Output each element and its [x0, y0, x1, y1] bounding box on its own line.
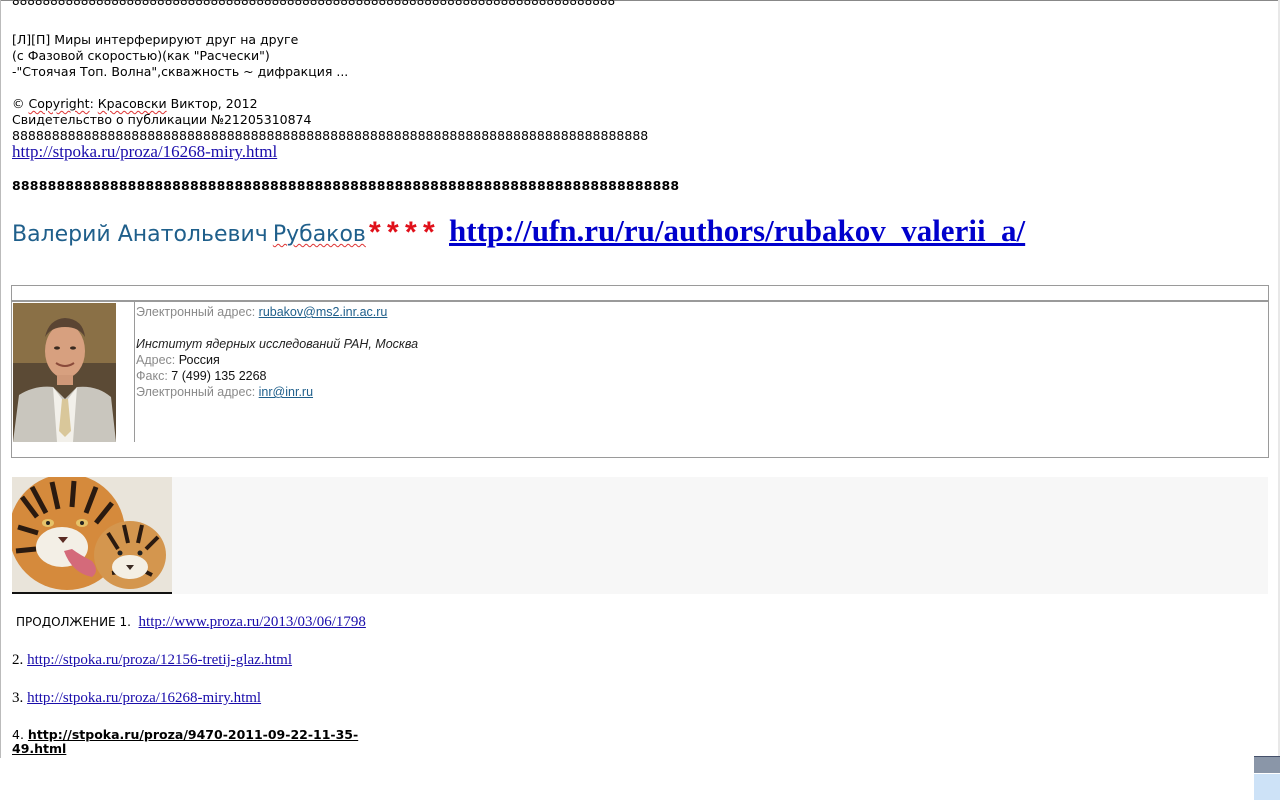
poem-line-3: -"Стоячая Топ. Волна",скважность ~ дифра… [12, 64, 349, 79]
certificate-line: Свидетельство о публикации №21205310874 [12, 112, 312, 127]
bold-eights-line: 8888888888888888888888888888888888888888… [12, 178, 680, 193]
author-headline: Валерий Анатольевич Рубаков**** http://u… [12, 213, 1025, 253]
red-stars: **** [365, 219, 438, 253]
scrollbar-highlight [1254, 773, 1280, 774]
copyright-rest: Виктор, 2012 [170, 96, 258, 111]
fax-value: 7 (499) 135 2268 [171, 369, 267, 383]
email-link-1[interactable]: rubakov@ms2.inr.ac.ru [259, 305, 388, 319]
continuation-prefix-2: 2. [12, 652, 24, 668]
email-row-2: Электронный адрес: inr@inr.ru [136, 384, 418, 400]
continuation-item-3: 3. http://stpoka.ru/proza/16268-miry.htm… [12, 690, 261, 707]
address-row: Адрес: Россия [136, 352, 418, 368]
author-name-surname: Рубаков [272, 222, 366, 247]
fax-label: Факс: [136, 369, 168, 383]
poem-line-1: [Л][П] Миры интерферируют друг на друге [12, 32, 299, 47]
continuation-item-2: 2. http://stpoka.ru/proza/12156-tretij-g… [12, 652, 292, 669]
tiger-image [12, 477, 172, 594]
continuation-prefix-3: 3. [12, 690, 24, 706]
continuation-prefix-4: 4. [12, 727, 24, 742]
author-name-first: Валерий Анатольевич [12, 222, 268, 247]
copyright-colon: : [89, 96, 94, 111]
email-label-1: Электронный адрес: [136, 305, 256, 319]
email-link-2[interactable]: inr@inr.ru [259, 385, 313, 399]
copyright-word: Copyright [28, 96, 90, 111]
card-divider [134, 302, 135, 442]
link-miry[interactable]: http://stpoka.ru/proza/16268-miry.html [12, 142, 277, 162]
continuation-prefix-1: ПРОДОЛЖЕНИЕ 1. [16, 615, 131, 629]
copyright-surname: Красовски [97, 96, 167, 111]
continuation-item-4: 4. http://stpoka.ru/proza/9470-2011-09-2… [12, 728, 382, 756]
email-label-2: Электронный адрес: [136, 385, 256, 399]
continuation-link-4[interactable]: http://stpoka.ru/proza/9470-2011-09-22-1… [12, 727, 358, 756]
scrollbar-thumb[interactable] [1254, 756, 1280, 773]
fax-row: Факс: 7 (499) 135 2268 [136, 368, 418, 384]
continuation-item-1: ПРОДОЛЖЕНИЕ 1. http://www.proza.ru/2013/… [12, 614, 366, 631]
copyright-symbol: © [12, 96, 25, 111]
continuation-link-3[interactable]: http://stpoka.ru/proza/16268-miry.html [27, 690, 261, 706]
address-value: Россия [178, 353, 220, 367]
email-row-1: Электронный адрес: rubakov@ms2.inr.ac.ru [136, 304, 418, 320]
institute-name: Институт ядерных исследований РАН, Москв… [136, 337, 419, 351]
author-profile-link[interactable]: http://ufn.ru/ru/authors/rubakov_valerii… [449, 213, 1025, 248]
contact-card: Электронный адрес: rubakov@ms2.inr.ac.ru… [11, 301, 1269, 458]
continuation-link-1[interactable]: http://www.proza.ru/2013/03/06/1798 [139, 614, 366, 630]
author-photo [13, 303, 116, 442]
continuation-link-2[interactable]: http://stpoka.ru/proza/12156-tretij-glaz… [27, 652, 292, 668]
copyright-line: © Copyright: Красовски Виктор, 2012 [12, 96, 258, 112]
scrollbar-corner[interactable] [1254, 756, 1280, 800]
poem-line-2: (с Фазовой скоростью)(как "Расчески") [12, 48, 270, 63]
contact-info: Электронный адрес: rubakov@ms2.inr.ac.ru… [136, 304, 418, 400]
address-label: Адрес: [136, 353, 176, 367]
empty-table-row [11, 285, 1269, 301]
tiger-image-band [12, 477, 1268, 594]
window-left-border [0, 0, 1, 758]
cut-off-eights-line: 8888888888888888888888888888888888888888… [12, 0, 616, 8]
